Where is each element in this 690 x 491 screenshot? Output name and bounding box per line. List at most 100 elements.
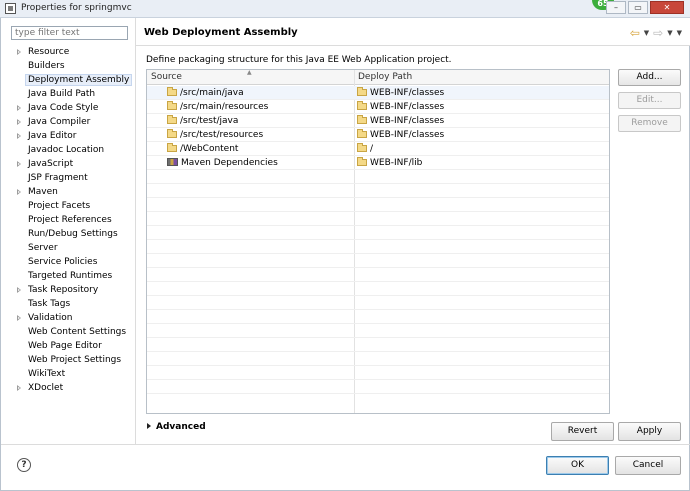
deploy-path: WEB-INF/lib: [370, 158, 423, 168]
folder-icon: [357, 129, 367, 138]
remove-button[interactable]: Remove: [618, 115, 681, 132]
sidebar-item-label: XDoclet: [28, 383, 64, 393]
sidebar-item-maven[interactable]: Maven: [9, 185, 131, 199]
deploy-path-cell: WEB-INF/classes: [357, 86, 444, 100]
source-path: /src/test/java: [180, 116, 239, 126]
advanced-label: Advanced: [156, 422, 206, 432]
table-header: Source ▲ Deploy Path: [147, 70, 609, 85]
empty-table-row: [147, 380, 609, 394]
empty-table-row: [147, 282, 609, 296]
sidebar-item-deployment-assembly[interactable]: Deployment Assembly: [9, 73, 133, 87]
sidebar-item-project-facets[interactable]: Project Facets: [9, 199, 131, 213]
sidebar-item-label: Targeted Runtimes: [28, 271, 113, 281]
sidebar-item-label: Builders: [28, 61, 65, 71]
expand-arrow-icon[interactable]: [17, 385, 21, 391]
back-arrow-icon[interactable]: ⇦: [630, 26, 640, 40]
source-cell: /src/main/resources: [167, 100, 268, 114]
table-row[interactable]: Maven Dependencies WEB-INF/lib: [147, 156, 609, 170]
table-row[interactable]: /src/test/resources WEB-INF/classes: [147, 128, 609, 142]
forward-arrow-icon[interactable]: ⇨: [653, 26, 663, 40]
expand-arrow-icon[interactable]: [17, 49, 21, 55]
source-path: Maven Dependencies: [181, 158, 278, 168]
expand-arrow-icon[interactable]: [17, 161, 21, 167]
sidebar-item-server[interactable]: Server: [9, 241, 131, 255]
sidebar-item-validation[interactable]: Validation: [9, 311, 131, 325]
source-cell: /src/test/java: [167, 114, 238, 128]
sidebar-item-task-repository[interactable]: Task Repository: [9, 283, 131, 297]
filter-input[interactable]: [11, 26, 128, 40]
empty-table-row: [147, 226, 609, 240]
back-dropdown-icon[interactable]: ▼: [644, 29, 649, 37]
sidebar-item-label: Validation: [28, 313, 73, 323]
cancel-button[interactable]: Cancel: [615, 456, 681, 475]
sidebar-item-jsp-fragment[interactable]: JSP Fragment: [9, 171, 131, 185]
source-cell: /src/main/java: [167, 86, 244, 100]
sidebar-item-javascript[interactable]: JavaScript: [9, 157, 131, 171]
sidebar-item-label: Task Repository: [28, 285, 99, 295]
sidebar-item-builders[interactable]: Builders: [9, 59, 131, 73]
folder-icon: [167, 129, 177, 138]
close-button[interactable]: ✕: [650, 1, 684, 14]
expand-arrow-icon[interactable]: [17, 119, 21, 125]
expand-arrow-icon[interactable]: [17, 105, 21, 111]
sidebar-item-project-references[interactable]: Project References: [9, 213, 131, 227]
page-header: Web Deployment Assembly ⇦ ▼ ⇨ ▼ ▼: [136, 18, 690, 46]
add-button[interactable]: Add...: [618, 69, 681, 86]
sidebar-item-label: Run/Debug Settings: [28, 229, 118, 239]
table-row[interactable]: /src/test/java WEB-INF/classes: [147, 114, 609, 128]
sidebar-item-resource[interactable]: Resource: [9, 45, 131, 59]
expand-arrow-icon[interactable]: [17, 189, 21, 195]
expand-arrow-icon[interactable]: [17, 287, 21, 293]
expand-arrow-icon[interactable]: [17, 133, 21, 139]
deployment-table[interactable]: Source ▲ Deploy Path /src/main/java WEB-I…: [146, 69, 610, 414]
restore-button[interactable]: ▭: [628, 1, 648, 14]
edit-button[interactable]: Edit...: [618, 92, 681, 109]
dialog-body: Resource Builders Deployment Assembly Java …: [0, 18, 690, 491]
minimize-button[interactable]: –: [606, 1, 626, 14]
advanced-section-toggle[interactable]: Advanced: [147, 422, 206, 432]
empty-table-row: [147, 366, 609, 380]
deploy-path: WEB-INF/classes: [370, 116, 445, 126]
apply-button[interactable]: Apply: [618, 422, 681, 441]
table-row[interactable]: /src/main/java WEB-INF/classes: [147, 86, 609, 100]
sidebar-item-web-content-settings[interactable]: Web Content Settings: [9, 325, 131, 339]
title-bar: Properties for springmvc 65 – ▭ ✕: [0, 0, 690, 18]
deploy-path-cell: /: [357, 142, 373, 156]
sidebar-item-wikitext[interactable]: WikiText: [9, 367, 131, 381]
sidebar-item-java-compiler[interactable]: Java Compiler: [9, 115, 131, 129]
table-row[interactable]: /src/main/resources WEB-INF/classes: [147, 100, 609, 114]
folder-icon: [357, 87, 367, 96]
sidebar-item-targeted-runtimes[interactable]: Targeted Runtimes: [9, 269, 131, 283]
table-row[interactable]: /WebContent /: [147, 142, 609, 156]
sidebar-item-java-build-path[interactable]: Java Build Path: [9, 87, 131, 101]
sidebar-item-web-page-editor[interactable]: Web Page Editor: [9, 339, 131, 353]
sidebar-item-label: JavaScript: [28, 159, 74, 169]
column-header-deploy-path[interactable]: Deploy Path: [358, 72, 412, 82]
empty-table-row: [147, 198, 609, 212]
sidebar-item-javadoc-location[interactable]: Javadoc Location: [9, 143, 131, 157]
deploy-path-cell: WEB-INF/lib: [357, 156, 422, 170]
sidebar: Resource Builders Deployment Assembly Java …: [7, 24, 133, 442]
sidebar-item-java-code-style[interactable]: Java Code Style: [9, 101, 131, 115]
sidebar-item-service-policies[interactable]: Service Policies: [9, 255, 131, 269]
sidebar-item-task-tags[interactable]: Task Tags: [9, 297, 131, 311]
ok-button[interactable]: OK: [546, 456, 609, 475]
sidebar-item-label: WikiText: [28, 369, 66, 379]
help-icon[interactable]: ?: [17, 458, 31, 472]
column-header-source[interactable]: Source: [151, 72, 182, 82]
folder-icon: [357, 101, 367, 110]
source-cell: /src/test/resources: [167, 128, 263, 142]
sidebar-item-label: Javadoc Location: [28, 145, 105, 155]
sidebar-item-java-editor[interactable]: Java Editor: [9, 129, 131, 143]
sidebar-item-xdoclet[interactable]: XDoclet: [9, 381, 131, 395]
forward-dropdown-icon[interactable]: ▼: [667, 29, 672, 37]
sidebar-item-run-debug-settings[interactable]: Run/Debug Settings: [9, 227, 131, 241]
sidebar-item-label: Server: [28, 243, 58, 253]
sidebar-item-web-project-settings[interactable]: Web Project Settings: [9, 353, 131, 367]
view-menu-icon[interactable]: ▼: [677, 29, 682, 37]
deploy-path: WEB-INF/classes: [370, 130, 445, 140]
footer-divider: [1, 444, 690, 445]
sash[interactable]: [135, 18, 136, 444]
expand-arrow-icon[interactable]: [17, 315, 21, 321]
revert-button[interactable]: Revert: [551, 422, 614, 441]
